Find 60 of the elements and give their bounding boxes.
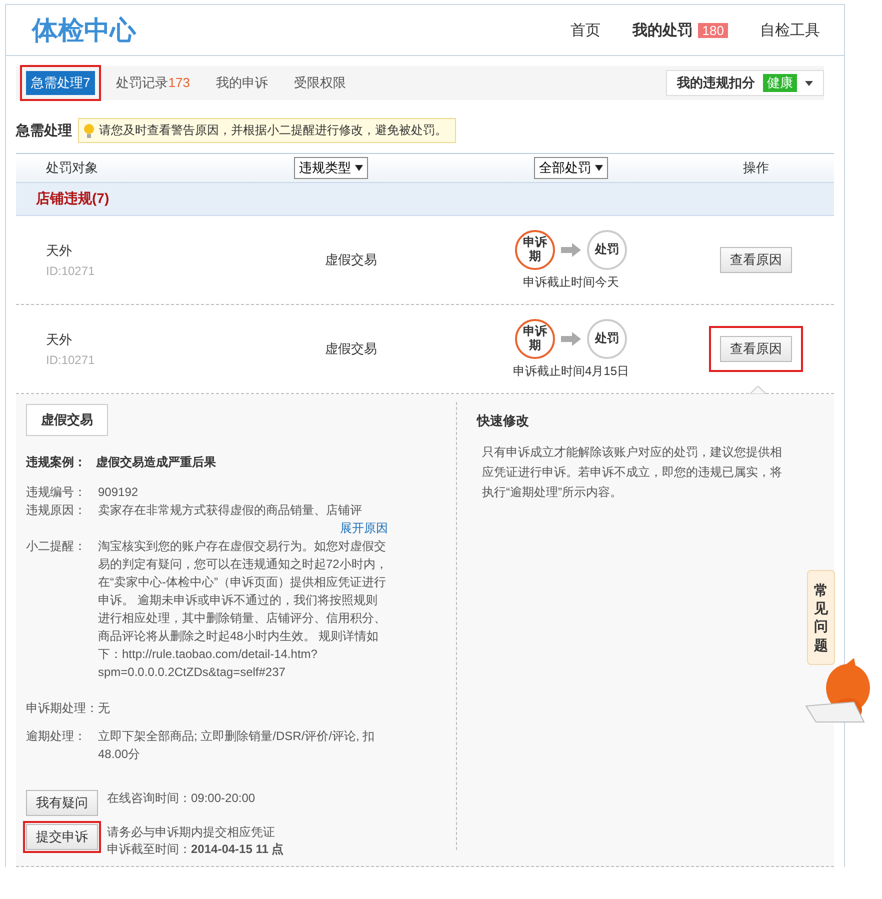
caret-icon bbox=[805, 80, 813, 86]
type-label: 虚假交易 bbox=[26, 404, 108, 436]
violation-type: 虚假交易 bbox=[325, 340, 377, 358]
tab[interactable]: 处罚记录173 bbox=[105, 65, 201, 101]
field-value: 无 bbox=[98, 700, 111, 717]
field-value: 淘宝核实到您的账户存在虚假交易行为。如您对虚假交易的判定有疑问，您可以在违规通知之时起72小时内，在“卖家中心-体检中心”（申诉页面）提供相应凭证进行申诉。 逾期未申诉或申诉不通过的，我们将按照规则进行相应处理，其中删除销量、店铺评分、信用积分、商品评论将从删除之时起48小时内生效。 规则详情如下：http://rule.taobao.com/detail-14.htm?spm=0.0.0.0.2CtZDs&tag=self#237 bbox=[98, 538, 388, 681]
field-label: 小二提醒： bbox=[26, 538, 87, 555]
field-value: 卖家存在非常规方式获得虚假的商品销量、店铺评 bbox=[98, 502, 363, 519]
nav-link[interactable]: 自检工具 bbox=[760, 20, 820, 40]
tab[interactable]: 我的申诉 bbox=[204, 65, 279, 101]
caret-icon bbox=[595, 165, 603, 171]
group-header: 店铺违规(7) bbox=[16, 182, 834, 216]
action-button[interactable]: 提交申诉 bbox=[26, 824, 98, 850]
faq-tab[interactable]: 常见问题 bbox=[807, 570, 835, 665]
tip-text: 请您及时查看警告原因，并根据小二提醒进行修改，避免被处罚。 bbox=[99, 122, 447, 139]
note-text: 申诉截至时间：2014-04-15 11 点 bbox=[107, 841, 284, 858]
field-label: 违规原因： bbox=[26, 502, 87, 519]
tab[interactable]: 急需处理7 bbox=[20, 65, 102, 101]
field-label: 违规案例： bbox=[26, 454, 86, 471]
filter-dropdown[interactable]: 违规类型 bbox=[294, 157, 368, 179]
caret-icon bbox=[355, 165, 363, 171]
field-label: 违规编号： bbox=[26, 484, 87, 501]
note-text: 请务必与申诉期内提交相应凭证 bbox=[107, 824, 276, 841]
site-logo: 体检中心 bbox=[32, 14, 136, 46]
field-value: 909192 bbox=[98, 484, 140, 501]
arrow-icon bbox=[561, 242, 581, 256]
score-dropdown[interactable]: 我的违规扣分 健康 bbox=[666, 70, 824, 96]
step-circle: 处罚 bbox=[587, 230, 627, 270]
deadline-text: 申诉截止时间4月15日 bbox=[512, 362, 630, 380]
arrow-icon bbox=[561, 332, 581, 346]
count-badge: 180 bbox=[698, 22, 728, 38]
nav-link[interactable]: 我的处罚 180 bbox=[632, 20, 728, 40]
column-header: 处罚对象 bbox=[45, 159, 98, 177]
action-button[interactable]: 我有疑问 bbox=[26, 790, 98, 816]
note-text: 在线咨询时间：09:00-20:00 bbox=[107, 790, 256, 807]
shop-name: 天外 bbox=[46, 331, 73, 349]
column-header: 操作 bbox=[743, 159, 769, 177]
nav-link[interactable]: 首页 bbox=[570, 20, 600, 40]
expand-link[interactable]: 展开原因 bbox=[340, 519, 388, 537]
lightbulb-icon bbox=[83, 122, 95, 138]
violation-type: 虚假交易 bbox=[325, 251, 377, 269]
field-label: 逾期处理： bbox=[26, 728, 87, 745]
status-badge: 健康 bbox=[763, 74, 797, 92]
filter-dropdown[interactable]: 全部处罚 bbox=[534, 157, 608, 179]
view-reason-button[interactable]: 查看原因 bbox=[720, 247, 792, 273]
field-value: 立即下架全部商品; 立即删除销量/DSR/评价/评论, 扣48.00分 bbox=[98, 728, 376, 763]
tab[interactable]: 受限权限 bbox=[282, 65, 357, 101]
deadline-text: 申诉截止时间今天 bbox=[523, 274, 619, 290]
section-title: 急需处理 bbox=[16, 122, 72, 140]
step-circle: 申诉期 bbox=[515, 230, 555, 270]
field-label: 申诉期处理： bbox=[26, 700, 98, 717]
shop-id: ID:10271 bbox=[46, 353, 96, 367]
quick-fix-text: 只有申诉成立才能解除该账户对应的处罚，建议您提供相应凭证进行申诉。若申诉不成立，即您的违规已属实，将执行“逾期处理”所示内容。 bbox=[481, 444, 783, 501]
step-circle: 申诉期 bbox=[515, 318, 555, 358]
shop-name: 天外 bbox=[46, 242, 73, 260]
shop-id: ID:10271 bbox=[46, 264, 96, 278]
view-reason-button[interactable]: 查看原因 bbox=[720, 336, 792, 362]
quick-fix-title: 快速修改 bbox=[477, 412, 530, 430]
case-title: 虚假交易造成严重后果 bbox=[96, 454, 216, 471]
step-circle: 处罚 bbox=[587, 318, 627, 358]
